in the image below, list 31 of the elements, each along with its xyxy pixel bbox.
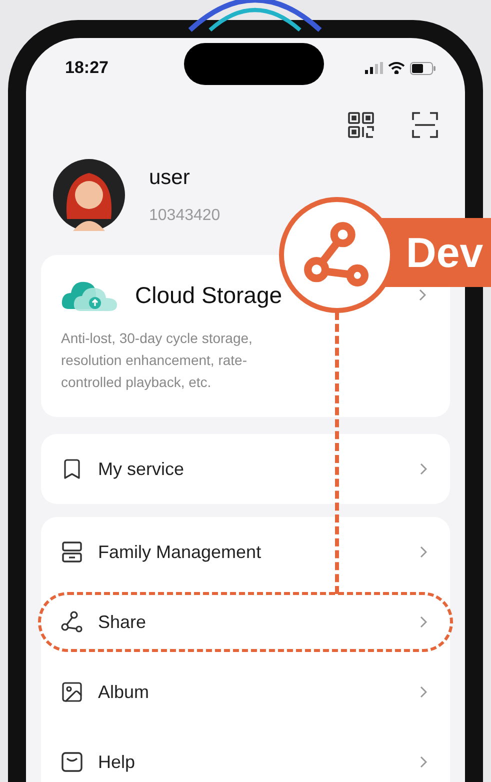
user-id: 10343420 bbox=[149, 206, 220, 226]
menu-label: Share bbox=[98, 610, 148, 634]
chevron-icon bbox=[420, 463, 427, 475]
menu-label: My service bbox=[98, 458, 186, 481]
chevron-icon bbox=[420, 756, 427, 768]
menu-item[interactable]: Album bbox=[41, 657, 450, 727]
chevron-icon bbox=[419, 289, 426, 301]
chevron-icon bbox=[420, 686, 427, 698]
share-icon bbox=[60, 610, 84, 634]
scan-icon[interactable] bbox=[412, 112, 438, 138]
drawer-icon bbox=[60, 540, 84, 564]
message-icon bbox=[60, 750, 84, 774]
avatar[interactable] bbox=[53, 159, 125, 231]
signal-icon bbox=[365, 62, 383, 74]
menu-label: Album bbox=[98, 680, 150, 704]
menu-label: Family Management bbox=[98, 540, 262, 564]
card-description: Anti-lost, 30-day cycle storage, resolution enhancement, rate-controlled playback, etc. bbox=[61, 329, 254, 392]
menu-label: Help bbox=[98, 750, 136, 774]
chevron-icon bbox=[420, 546, 427, 558]
menu-item[interactable]: Family Management bbox=[41, 517, 450, 587]
wifi-icon bbox=[388, 62, 405, 74]
user-name: user bbox=[149, 165, 191, 192]
status-time: 18:27 bbox=[64, 57, 108, 80]
battery-icon bbox=[410, 62, 436, 74]
menu-item[interactable]: My service bbox=[41, 434, 450, 504]
menu-item[interactable]: Share bbox=[38, 592, 453, 652]
chevron-icon bbox=[420, 616, 427, 628]
menu-item[interactable]: Help bbox=[41, 727, 450, 782]
image-icon bbox=[60, 680, 84, 704]
qr-code-icon[interactable] bbox=[348, 112, 374, 138]
card-title: Cloud Storage bbox=[135, 280, 284, 310]
